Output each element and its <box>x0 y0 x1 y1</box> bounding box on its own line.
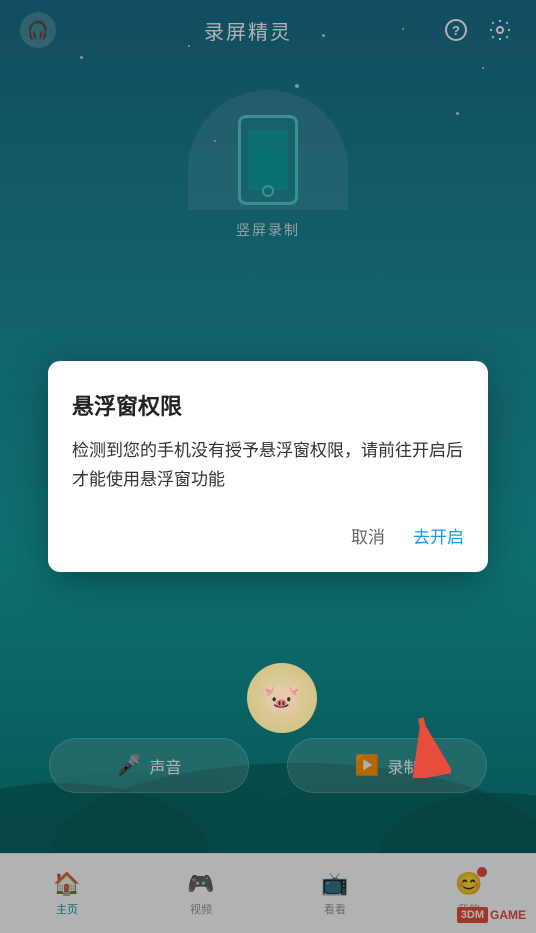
dialog-body: 检测到您的手机没有授予悬浮窗权限，请前往开启后才能使用悬浮窗功能 <box>72 437 464 495</box>
permission-dialog: 悬浮窗权限 检测到您的手机没有授予悬浮窗权限，请前往开启后才能使用悬浮窗功能 取… <box>48 361 488 572</box>
dialog-actions: 取消 去开启 <box>72 523 464 548</box>
confirm-button[interactable]: 去开启 <box>413 523 464 548</box>
dialog-title: 悬浮窗权限 <box>72 389 464 421</box>
mascot: 🐷 <box>247 663 317 733</box>
cancel-button[interactable]: 取消 <box>351 523 385 548</box>
red-arrow <box>371 698 451 778</box>
dialog-overlay: 悬浮窗权限 检测到您的手机没有授予悬浮窗权限，请前往开启后才能使用悬浮窗功能 取… <box>0 0 536 933</box>
